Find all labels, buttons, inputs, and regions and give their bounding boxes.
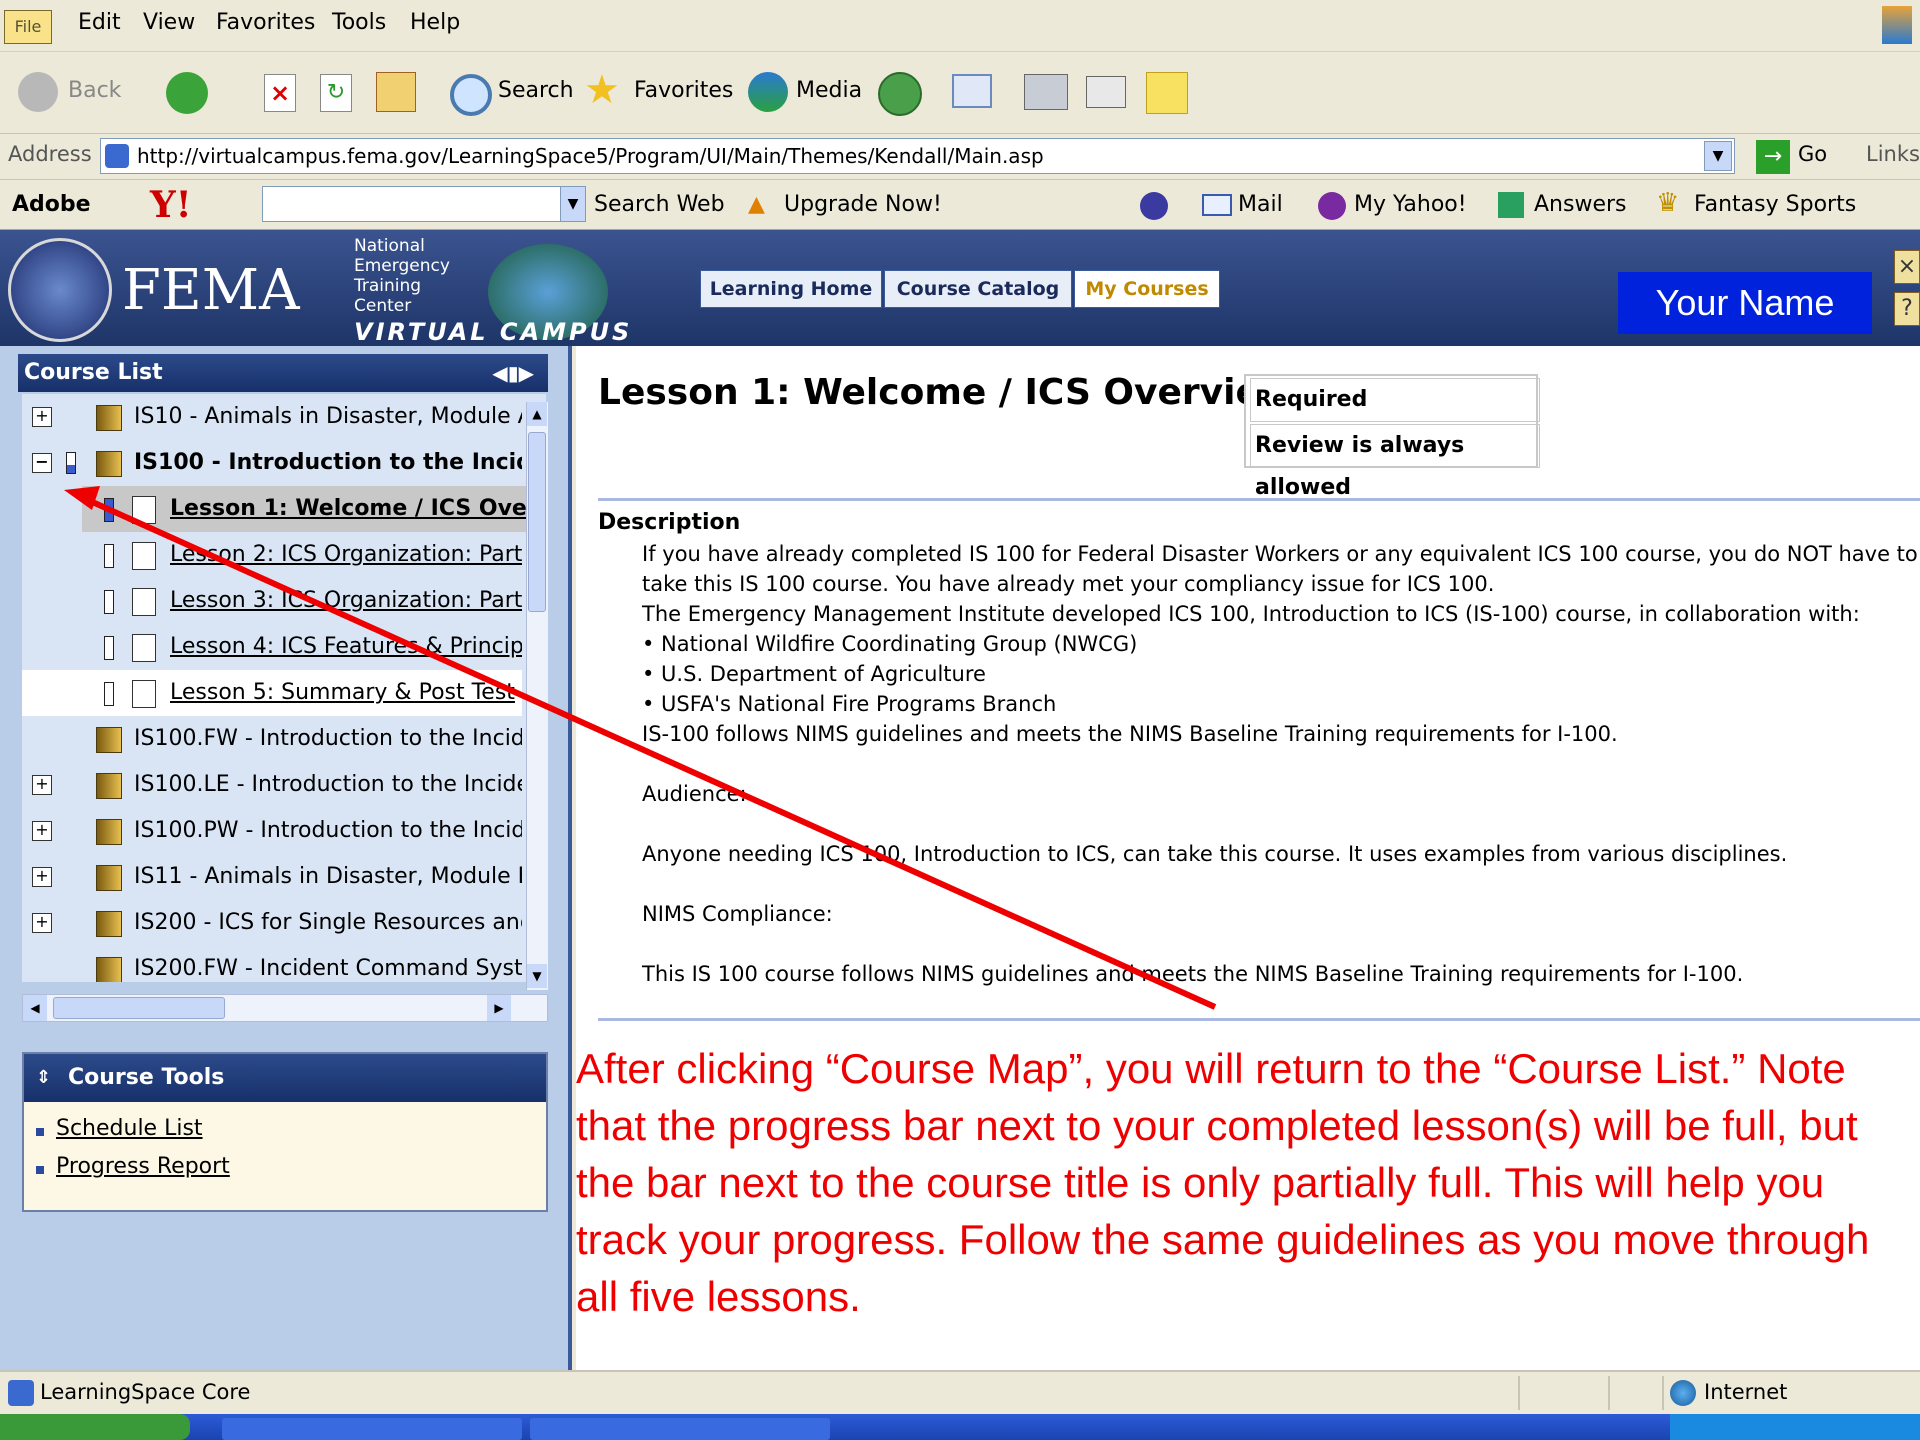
start-button[interactable] (0, 1414, 190, 1440)
status-bar: LearningSpace Core Internet (0, 1370, 1920, 1414)
windows-taskbar (0, 1414, 1920, 1440)
arrow-line (86, 497, 1217, 1010)
page-icon (8, 1380, 34, 1406)
internet-globe-icon (1670, 1380, 1696, 1406)
system-tray (1670, 1414, 1920, 1440)
taskbar-item[interactable] (530, 1418, 830, 1440)
status-divider (1608, 1376, 1610, 1410)
status-text: LearningSpace Core (40, 1380, 251, 1404)
status-divider (1518, 1376, 1520, 1410)
zone-text: Internet (1704, 1380, 1788, 1404)
arrow-head (64, 486, 100, 510)
annotation-arrow (64, 486, 1217, 1010)
status-divider (1662, 1376, 1664, 1410)
taskbar-item[interactable] (222, 1418, 522, 1440)
